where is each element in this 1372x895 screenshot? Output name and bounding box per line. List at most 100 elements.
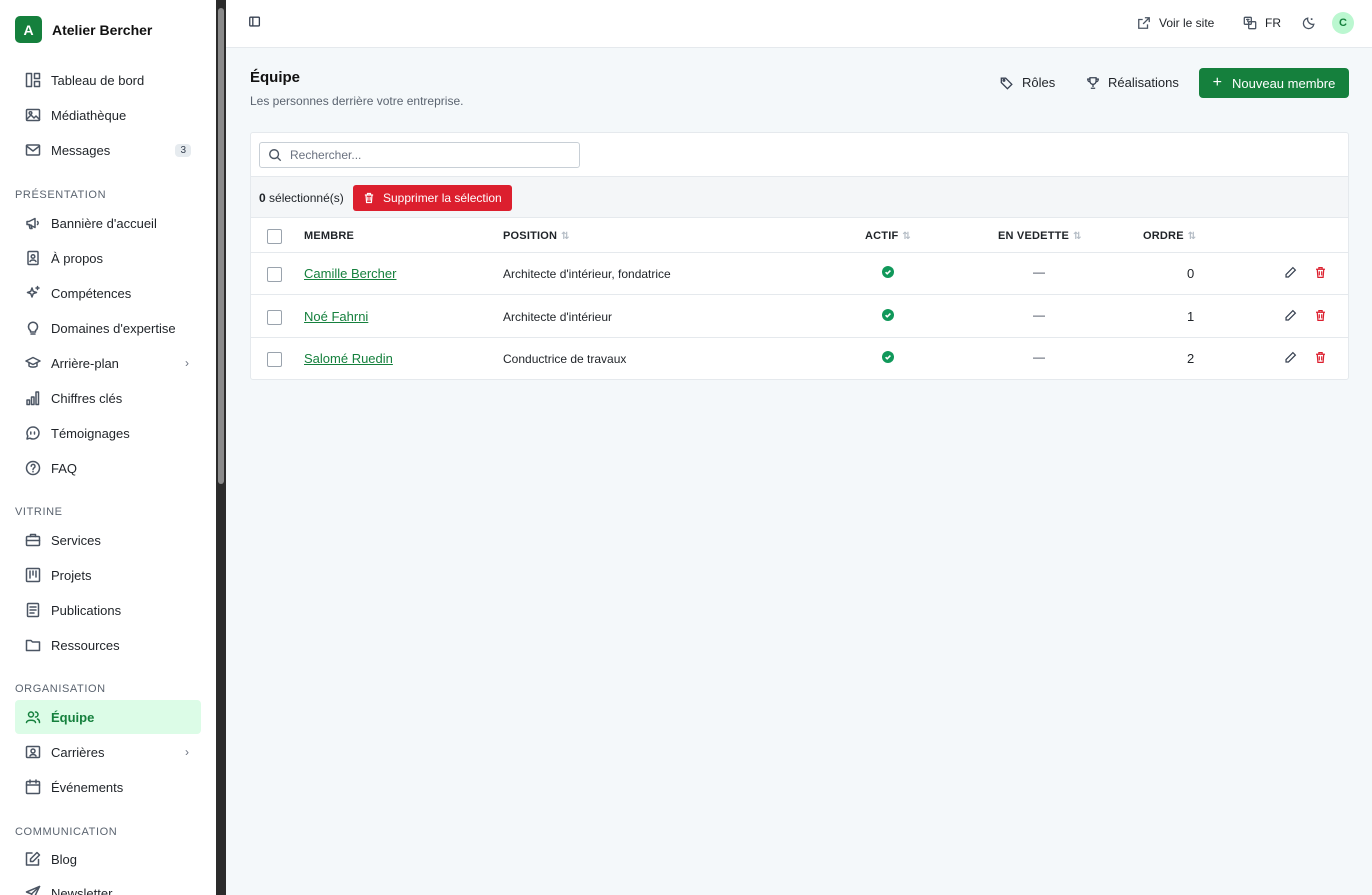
quote-bubble-icon bbox=[25, 425, 41, 441]
column-order[interactable]: ORDRE ⇅ bbox=[1143, 230, 1196, 242]
brand[interactable]: A Atelier Bercher bbox=[15, 16, 152, 43]
column-featured[interactable]: EN VEDETTE ⇅ bbox=[998, 230, 1082, 242]
sidebar-item-label: Bannière d'accueil bbox=[51, 215, 157, 231]
row-checkbox[interactable] bbox=[267, 267, 282, 282]
graduation-cap-icon bbox=[25, 355, 41, 371]
section-title-presentation: PRÉSENTATION bbox=[15, 189, 107, 201]
plus-icon: + bbox=[1212, 74, 1222, 91]
new-member-button[interactable]: + Nouveau membre bbox=[1199, 68, 1349, 98]
column-member[interactable]: MEMBRE bbox=[304, 230, 354, 242]
kanban-icon bbox=[25, 567, 41, 583]
member-name-link[interactable]: Camille Bercher bbox=[304, 266, 396, 281]
edit-icon[interactable] bbox=[1284, 266, 1298, 280]
member-position: Conductrice de travaux bbox=[503, 352, 627, 366]
sort-icon: ⇅ bbox=[902, 230, 911, 242]
row-checkbox[interactable] bbox=[267, 310, 282, 325]
sidebar-item-background[interactable]: Arrière-plan › bbox=[15, 346, 201, 380]
user-avatar[interactable]: C bbox=[1332, 12, 1354, 34]
delete-icon[interactable] bbox=[1314, 309, 1328, 323]
selection-count: 0 sélectionné(s) bbox=[259, 191, 344, 205]
featured-value: — bbox=[1033, 308, 1045, 322]
chevron-right-icon[interactable]: › bbox=[185, 745, 189, 759]
member-name-link[interactable]: Salomé Ruedin bbox=[304, 351, 393, 366]
language-switcher[interactable]: FR bbox=[1243, 16, 1281, 30]
delete-icon[interactable] bbox=[1314, 266, 1328, 280]
sidebar-item-expertise[interactable]: Domaines d'expertise bbox=[15, 311, 201, 345]
sidebar-item-label: FAQ bbox=[51, 460, 78, 476]
new-member-label: Nouveau membre bbox=[1232, 75, 1336, 91]
edit-icon bbox=[25, 851, 41, 867]
section-title-vitrine: VITRINE bbox=[15, 506, 63, 518]
id-badge-icon bbox=[25, 744, 41, 760]
column-position[interactable]: POSITION ⇅ bbox=[503, 230, 570, 242]
achievements-button[interactable]: Réalisations bbox=[1086, 75, 1179, 90]
megaphone-icon bbox=[25, 215, 41, 231]
sidebar-item-dashboard[interactable]: Tableau de bord bbox=[15, 63, 201, 97]
sidebar-item-testimonials[interactable]: Témoignages bbox=[15, 416, 201, 450]
section-title-communication: COMMUNICATION bbox=[15, 826, 118, 838]
edit-icon[interactable] bbox=[1284, 351, 1298, 365]
sidebar-item-media[interactable]: Médiathèque bbox=[15, 98, 201, 132]
bar-chart-icon bbox=[25, 390, 41, 406]
sidebar-item-label: Newsletter bbox=[51, 885, 113, 895]
order-value: 0 bbox=[1187, 266, 1195, 281]
sparkles-icon bbox=[25, 285, 41, 301]
order-value: 1 bbox=[1187, 309, 1195, 324]
sidebar-item-key-figures[interactable]: Chiffres clés bbox=[15, 381, 201, 415]
trash-icon bbox=[364, 192, 374, 204]
chevron-right-icon[interactable]: › bbox=[185, 356, 189, 370]
dashboard-icon bbox=[25, 72, 41, 88]
brand-logo: A bbox=[15, 16, 42, 43]
select-all-checkbox[interactable] bbox=[267, 229, 282, 244]
sidebar-toggle-icon[interactable] bbox=[248, 15, 264, 31]
sidebar-item-label: Événements bbox=[51, 779, 124, 795]
table-row: Camille Bercher Architecte d'intérieur, … bbox=[251, 253, 1348, 295]
sort-icon: ⇅ bbox=[561, 230, 570, 242]
trophy-icon bbox=[1087, 76, 1099, 89]
column-label: ACTIF bbox=[865, 230, 899, 242]
sidebar-item-banner[interactable]: Bannière d'accueil bbox=[15, 206, 201, 240]
team-table-panel: 0 sélectionné(s) Supprimer la sélection … bbox=[250, 132, 1349, 380]
brand-name: Atelier Bercher bbox=[52, 21, 153, 38]
search-input[interactable] bbox=[290, 148, 560, 162]
column-label: ORDRE bbox=[1143, 230, 1184, 242]
dark-mode-icon[interactable] bbox=[1302, 16, 1316, 35]
view-site-link[interactable]: Voir le site bbox=[1137, 16, 1214, 30]
column-active[interactable]: ACTIF ⇅ bbox=[865, 230, 911, 242]
sidebar-item-about[interactable]: À propos bbox=[15, 241, 201, 275]
member-name-link[interactable]: Noé Fahrni bbox=[304, 309, 368, 324]
edit-icon[interactable] bbox=[1284, 309, 1298, 323]
active-check-icon bbox=[882, 309, 894, 321]
sidebar-item-label: Arrière-plan bbox=[51, 355, 119, 371]
search-box[interactable] bbox=[259, 142, 580, 168]
sidebar-item-label: À propos bbox=[51, 250, 104, 266]
delete-icon[interactable] bbox=[1314, 351, 1328, 365]
active-check-icon bbox=[882, 351, 894, 363]
roles-button[interactable]: Rôles bbox=[1000, 75, 1055, 90]
sidebar-item-projects[interactable]: Projets bbox=[15, 558, 201, 592]
sidebar-scroll-thumb[interactable] bbox=[218, 8, 224, 484]
sidebar-item-label: Messages bbox=[51, 142, 111, 158]
delete-selection-button[interactable]: Supprimer la sélection bbox=[353, 185, 512, 211]
sidebar-item-blog[interactable]: Blog bbox=[15, 842, 201, 876]
sidebar-item-newsletter[interactable]: Newsletter bbox=[15, 876, 201, 895]
translate-icon bbox=[1243, 16, 1257, 30]
sidebar-item-skills[interactable]: Compétences bbox=[15, 276, 201, 310]
member-position: Architecte d'intérieur bbox=[503, 310, 613, 324]
sidebar-item-careers[interactable]: Carrières › bbox=[15, 735, 201, 769]
sidebar-item-team[interactable]: Équipe bbox=[15, 700, 201, 734]
sidebar-item-services[interactable]: Services bbox=[15, 523, 201, 557]
selection-count-suffix: sélectionné(s) bbox=[269, 191, 344, 205]
delete-selection-label: Supprimer la sélection bbox=[383, 191, 502, 205]
sidebar-item-label: Ressources bbox=[51, 637, 120, 653]
sidebar-item-messages[interactable]: Messages 3 bbox=[15, 133, 201, 167]
row-checkbox[interactable] bbox=[267, 352, 282, 367]
sidebar-item-resources[interactable]: Ressources bbox=[15, 628, 201, 662]
calendar-icon bbox=[25, 779, 41, 795]
top-header: Voir le site FR C bbox=[226, 0, 1372, 48]
sidebar-item-publications[interactable]: Publications bbox=[15, 593, 201, 627]
sidebar-item-events[interactable]: Événements bbox=[15, 770, 201, 804]
sidebar-item-faq[interactable]: FAQ bbox=[15, 451, 201, 485]
sidebar-item-label: Publications bbox=[51, 602, 122, 618]
mail-icon bbox=[25, 142, 41, 158]
